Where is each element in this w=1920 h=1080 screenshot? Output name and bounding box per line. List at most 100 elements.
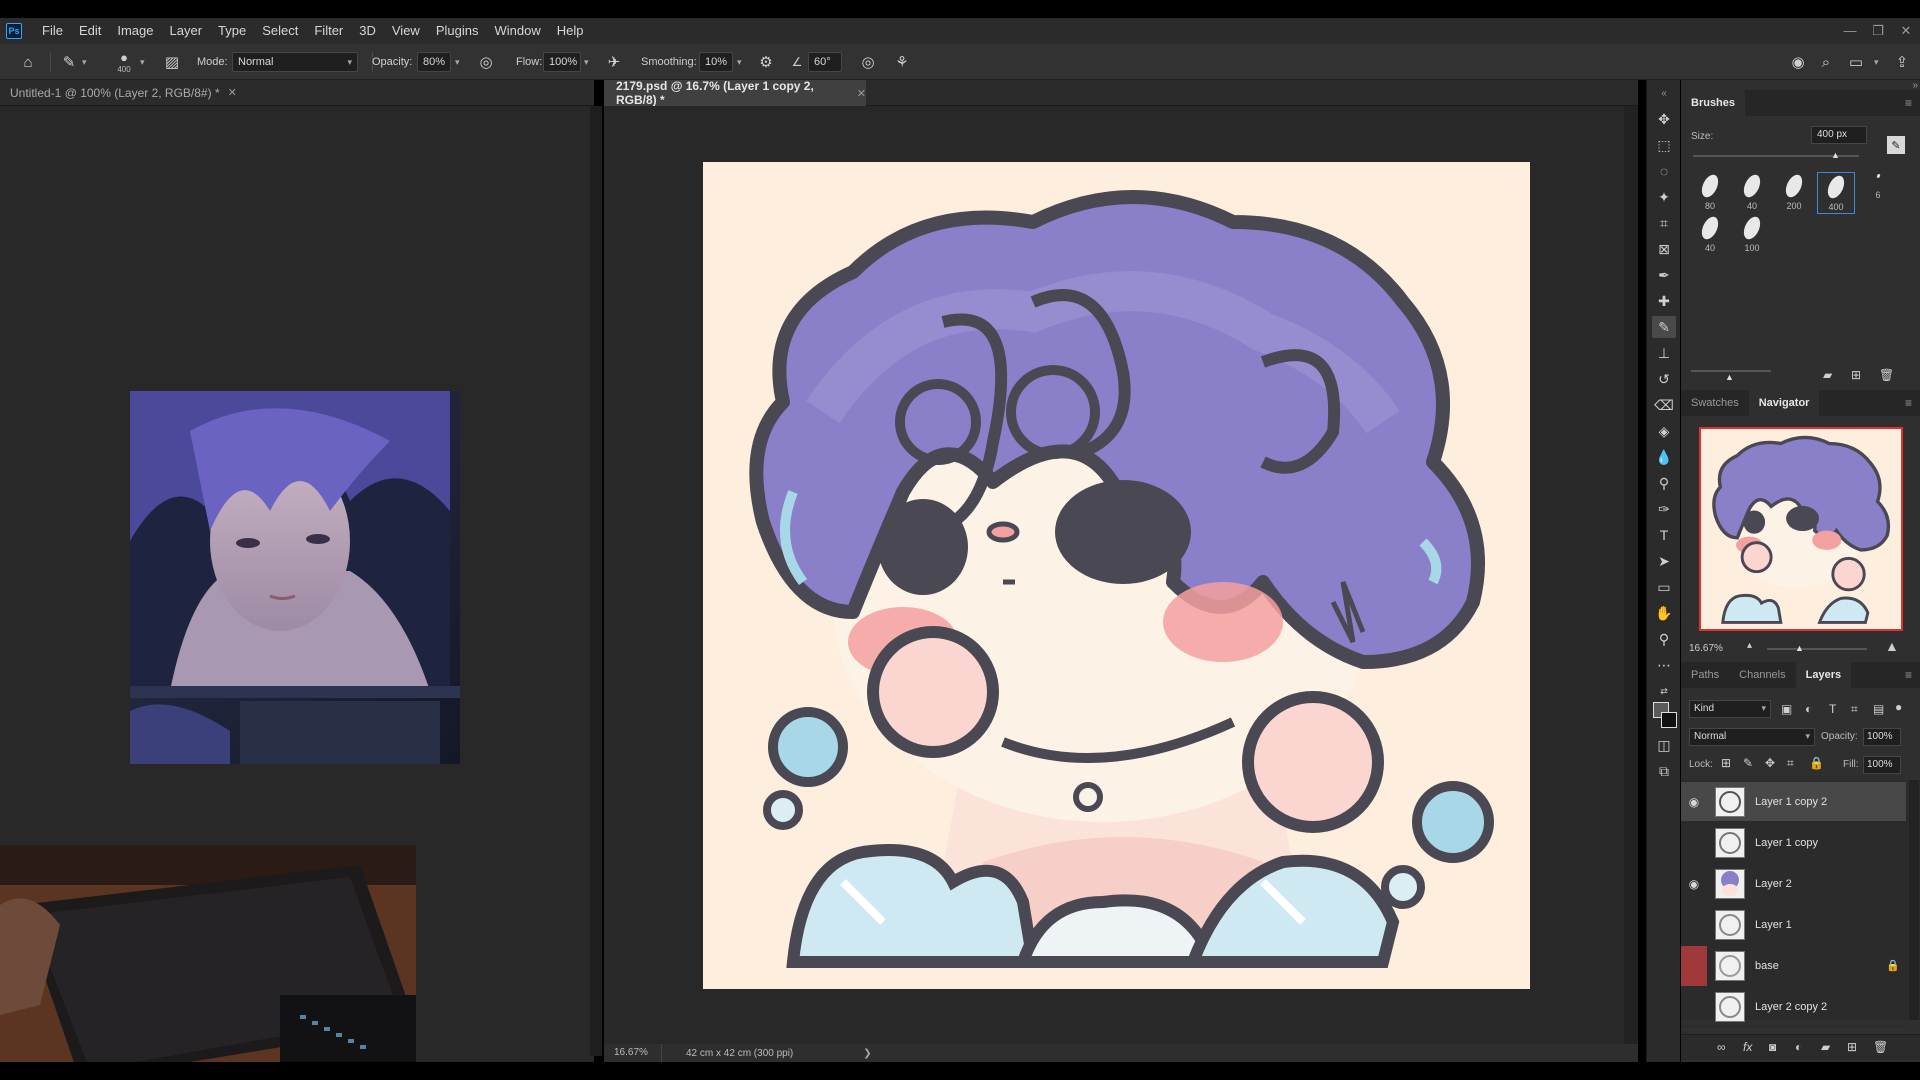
background-color-swatch[interactable]: [1661, 712, 1677, 728]
new-brush-icon[interactable]: ✎: [1887, 136, 1905, 154]
brush-preset[interactable]: 80: [1691, 172, 1729, 214]
search-icon[interactable]: ⌕: [1816, 44, 1836, 80]
close-icon[interactable]: ✕: [228, 86, 237, 99]
brush-preview-slider-handle[interactable]: ▲: [1725, 372, 1734, 382]
tab-layers[interactable]: Layers: [1795, 662, 1852, 688]
brush-preset[interactable]: 100: [1733, 214, 1771, 256]
workspace-icon[interactable]: ▭: [1846, 44, 1866, 80]
brush-size-input[interactable]: 400 px: [1811, 126, 1867, 144]
lock-position-icon[interactable]: ✥: [1765, 756, 1775, 770]
more-tools-icon[interactable]: ⋯: [1652, 654, 1676, 676]
filter-pixel-icon[interactable]: ▣: [1781, 702, 1792, 716]
layer-style-fx-icon[interactable]: fx: [1743, 1040, 1752, 1054]
filter-adjustment-icon[interactable]: ◐: [1805, 702, 1812, 716]
pressure-opacity-icon[interactable]: ◎: [476, 44, 496, 80]
menu-view[interactable]: View: [384, 18, 428, 44]
pressure-size-icon[interactable]: ◎: [858, 44, 878, 80]
add-mask-icon[interactable]: ◙: [1769, 1040, 1776, 1054]
folder-icon[interactable]: ▰: [1823, 368, 1832, 382]
eye-hidden-icon[interactable]: ◉: [1681, 987, 1707, 1027]
trash-icon[interactable]: 🗑: [1879, 368, 1894, 382]
brush-tool-icon[interactable]: ✎: [1652, 316, 1676, 338]
mode-select[interactable]: Normal ▾: [232, 44, 358, 80]
opacity-input[interactable]: 80%: [417, 44, 451, 80]
eye-hidden-icon[interactable]: ◉: [1681, 823, 1707, 863]
tab-paths[interactable]: Paths: [1681, 662, 1729, 688]
layer-filter-select[interactable]: Kind ▾: [1689, 700, 1771, 718]
lock-all-icon[interactable]: 🔒: [1809, 756, 1824, 770]
share-user-icon[interactable]: ◉: [1788, 44, 1808, 80]
blend-mode-select[interactable]: Normal ▾: [1689, 728, 1815, 746]
zoom-in-icon[interactable]: ▲: [1885, 638, 1899, 654]
new-layer-icon[interactable]: ⊞: [1847, 1040, 1857, 1054]
brush-preset[interactable]: 40: [1733, 172, 1771, 214]
tab-brushes[interactable]: Brushes: [1681, 90, 1746, 116]
artboard-illustration[interactable]: [703, 162, 1530, 989]
move-tool-icon[interactable]: ✥: [1652, 108, 1676, 130]
eye-hidden-icon[interactable]: ◉: [1681, 905, 1707, 945]
brush-settings-panel-icon[interactable]: ▨: [162, 44, 182, 80]
share-icon[interactable]: ⇪: [1892, 44, 1912, 80]
brush-size-slider-handle[interactable]: ▲: [1831, 150, 1840, 160]
menu-file[interactable]: File: [34, 18, 71, 44]
brush-tool-icon[interactable]: ✎: [58, 44, 80, 80]
navigator-zoom-value[interactable]: 16.67%: [1689, 643, 1723, 654]
layers-scrollbar[interactable]: [1909, 780, 1919, 1020]
menu-image[interactable]: Image: [109, 18, 161, 44]
lock-transparent-icon[interactable]: ⊞: [1721, 756, 1731, 770]
hand-tool-icon[interactable]: ✋: [1652, 602, 1676, 624]
link-layers-icon[interactable]: ∞: [1717, 1040, 1726, 1054]
navigator-zoom-slider[interactable]: [1767, 648, 1867, 650]
history-brush-tool-icon[interactable]: ↺: [1652, 368, 1676, 390]
lock-icon[interactable]: 🔒: [1886, 959, 1906, 972]
path-selection-tool-icon[interactable]: ➤: [1652, 550, 1676, 572]
tab-swatches[interactable]: Swatches: [1681, 390, 1749, 416]
new-preset-icon[interactable]: ⊞: [1851, 368, 1861, 382]
blur-tool-icon[interactable]: 💧: [1652, 446, 1676, 468]
filter-shape-icon[interactable]: ⌗: [1851, 702, 1858, 717]
menu-select[interactable]: Select: [254, 18, 306, 44]
opacity-caret-icon[interactable]: ▾: [455, 44, 460, 80]
lasso-tool-icon[interactable]: ◌: [1652, 160, 1676, 182]
lock-artboard-icon[interactable]: ⌗: [1787, 756, 1794, 771]
pen-tool-icon[interactable]: ✑: [1652, 498, 1676, 520]
panel-menu-icon[interactable]: ≡: [1905, 668, 1912, 682]
menu-plugins[interactable]: Plugins: [428, 18, 487, 44]
main-scrollbar[interactable]: [1624, 106, 1638, 1044]
tool-preset-caret-icon[interactable]: ▾: [82, 44, 87, 80]
menu-edit[interactable]: Edit: [71, 18, 109, 44]
layer-row[interactable]: ◉ Layer 2: [1681, 864, 1906, 904]
healing-brush-tool-icon[interactable]: ✚: [1652, 290, 1676, 312]
status-menu-arrow-icon[interactable]: ❯: [863, 1048, 871, 1059]
panel-menu-icon[interactable]: ≡: [1905, 96, 1912, 110]
type-tool-icon[interactable]: T: [1652, 524, 1676, 546]
swap-colors-icon[interactable]: ⇄: [1652, 680, 1676, 702]
workspace-caret-icon[interactable]: ▾: [1874, 44, 1879, 80]
gear-icon[interactable]: ⚙: [756, 44, 776, 80]
paint-bucket-tool-icon[interactable]: ◈: [1652, 420, 1676, 442]
fill-input[interactable]: 100%: [1863, 756, 1901, 774]
zoom-out-icon[interactable]: ▴: [1747, 640, 1752, 651]
eraser-tool-icon[interactable]: ⌫: [1652, 394, 1676, 416]
close-window-icon[interactable]: ✕: [1892, 18, 1920, 44]
left-scrollbar[interactable]: [590, 106, 602, 1056]
brush-preset-caret-icon[interactable]: ▾: [140, 44, 145, 80]
layer-row[interactable]: ◉ Layer 2 copy 2: [1681, 987, 1906, 1027]
quick-mask-icon[interactable]: ◫: [1652, 734, 1676, 756]
crop-tool-icon[interactable]: ⌗: [1652, 212, 1676, 234]
tab-channels[interactable]: Channels: [1729, 662, 1795, 688]
menu-type[interactable]: Type: [210, 18, 254, 44]
brush-preset-picker[interactable]: ● 400: [112, 44, 136, 80]
smoothing-input[interactable]: 10%: [699, 44, 733, 80]
brush-preset[interactable]: 40: [1691, 214, 1729, 256]
tab-untitled-1[interactable]: Untitled-1 @ 100% (Layer 2, RGB/8#) * ✕: [0, 80, 594, 106]
marquee-tool-icon[interactable]: ⬚: [1652, 134, 1676, 156]
layer-color-tag[interactable]: ◉: [1681, 945, 1707, 986]
tab-navigator[interactable]: Navigator: [1748, 390, 1820, 416]
adjustment-layer-icon[interactable]: ◐: [1795, 1040, 1802, 1054]
filter-toggle-icon[interactable]: ●: [1895, 700, 1902, 714]
menu-help[interactable]: Help: [549, 18, 592, 44]
filter-type-icon[interactable]: T: [1829, 702, 1836, 716]
panel-menu-icon[interactable]: ≡: [1905, 396, 1912, 410]
layer-row[interactable]: ◉ Layer 1 copy: [1681, 823, 1906, 863]
